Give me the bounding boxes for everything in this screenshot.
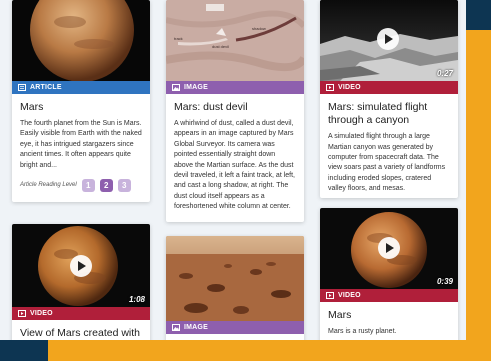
type-label: VIDEO <box>338 84 361 91</box>
reading-level-selector: Article Reading Level 1 2 3 <box>20 178 142 192</box>
reading-level-label: Article Reading Level <box>20 182 77 189</box>
play-icon <box>385 243 394 253</box>
card-canyon-video[interactable]: 0:27 VIDEO Mars: simulated flight throug… <box>320 0 458 198</box>
type-label: VIDEO <box>338 292 361 299</box>
svg-text:shadow: shadow <box>252 26 266 31</box>
reading-level-2-button[interactable]: 2 <box>99 178 113 192</box>
mars-planet-image <box>12 0 150 81</box>
card-title[interactable]: Mars <box>20 101 142 114</box>
video-duration: 1:08 <box>128 295 145 304</box>
card-mars-surface-image[interactable]: IMAGE <box>166 236 304 340</box>
svg-text:track: track <box>174 36 183 41</box>
image-icon <box>172 324 180 331</box>
dust-devil-image: track dust devil shadow <box>166 0 304 81</box>
card-dust-devil-image[interactable]: track dust devil shadow IMAGE Mars: dust… <box>166 0 304 222</box>
type-badge-video: VIDEO <box>320 289 458 302</box>
card-title[interactable]: Mars <box>328 309 450 322</box>
article-icon <box>18 84 26 91</box>
play-icon <box>384 34 393 44</box>
card-mars-data-video[interactable]: 1:08 VIDEO View of Mars created with dat… <box>12 224 150 340</box>
card-title[interactable]: View of Mars created with data <box>20 327 142 340</box>
video-icon <box>326 292 334 299</box>
card-title[interactable]: Mars: dust devil <box>174 101 296 114</box>
type-badge-article: ARTICLE <box>12 81 150 94</box>
play-icon <box>77 261 86 271</box>
play-button[interactable] <box>378 237 400 259</box>
mars-surface-image <box>166 236 304 321</box>
card-mars-video[interactable]: 0:39 VIDEO Mars Mars is a rusty planet. <box>320 208 458 340</box>
card-description: The fourth planet from the Sun is Mars. … <box>20 120 142 169</box>
card-description: Mars is a rusty planet. <box>328 328 397 336</box>
media-results-panel: ARTICLE Mars The fourth planet from the … <box>0 0 466 340</box>
video-icon <box>18 310 26 317</box>
image-icon <box>172 84 180 91</box>
type-badge-video: VIDEO <box>320 81 458 94</box>
card-title[interactable]: Mars: simulated flight through a canyon <box>328 101 450 127</box>
type-badge-video: VIDEO <box>12 307 150 320</box>
video-icon <box>326 84 334 91</box>
mars-video-thumbnail: 0:39 <box>320 208 458 289</box>
card-description: A whirlwind of dust, called a dust devil… <box>174 120 295 210</box>
card-description: A simulated flight through a large Marti… <box>328 133 446 193</box>
canyon-video-thumbnail: 0:27 <box>320 0 458 81</box>
type-label: ARTICLE <box>30 84 62 91</box>
video-duration: 0:27 <box>436 69 453 78</box>
video-duration: 0:39 <box>436 277 453 286</box>
card-mars-article[interactable]: ARTICLE Mars The fourth planet from the … <box>12 0 150 202</box>
svg-text:dust devil: dust devil <box>212 44 229 49</box>
play-button[interactable] <box>70 255 92 277</box>
type-label: IMAGE <box>184 84 208 91</box>
reading-level-1-button[interactable]: 1 <box>81 178 95 192</box>
mars-video-thumbnail: 1:08 <box>12 224 150 307</box>
type-badge-image: IMAGE <box>166 321 304 334</box>
type-label: IMAGE <box>184 324 208 331</box>
type-label: VIDEO <box>30 310 53 317</box>
reading-level-3-button[interactable]: 3 <box>117 178 131 192</box>
play-button[interactable] <box>377 28 399 50</box>
type-badge-image: IMAGE <box>166 81 304 94</box>
